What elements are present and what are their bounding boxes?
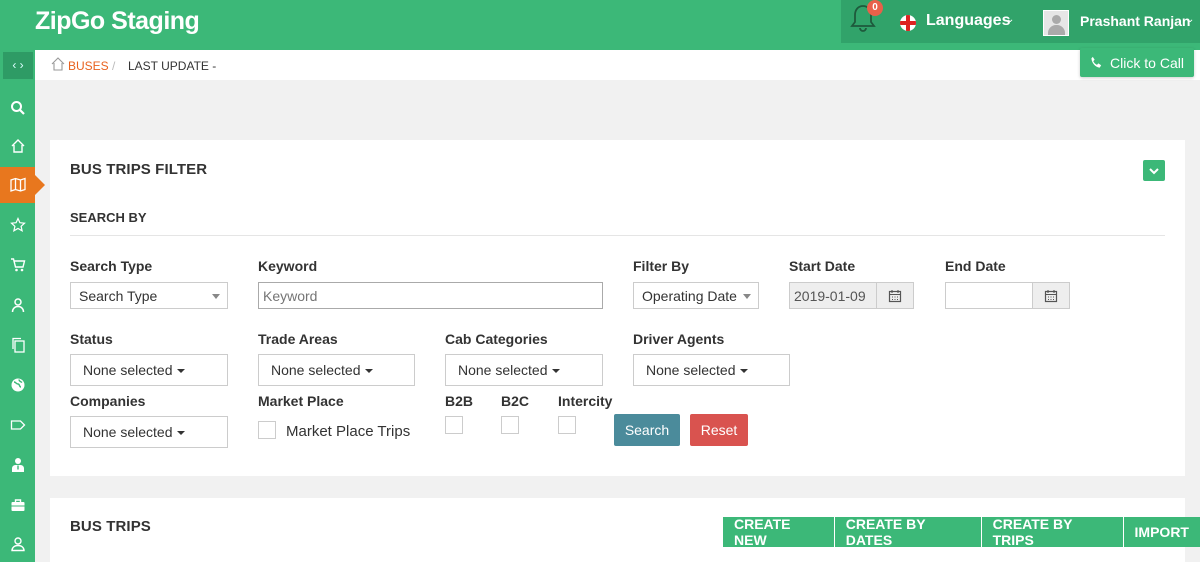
keyword-input[interactable] [258, 282, 603, 309]
keyword-label: Keyword [258, 258, 318, 274]
reset-button[interactable]: Reset [690, 414, 748, 446]
chevron-down-icon: ⌄ [1006, 14, 1015, 25]
create-new-button[interactable]: CREATE NEW [723, 516, 835, 548]
bus-trips-actions: CREATE NEW CREATE BY DATES CREATE BY TRI… [723, 516, 1200, 548]
app-title[interactable]: ZipGo Staging [35, 7, 200, 36]
trade-areas-label: Trade Areas [258, 331, 338, 347]
caret-down-icon [364, 369, 373, 374]
intercity-label: Intercity [558, 393, 613, 409]
caret-down-icon [176, 369, 185, 374]
start-date-input[interactable] [789, 282, 877, 309]
status-value: None selected [83, 362, 173, 378]
filter-by-select[interactable]: Operating Date [633, 282, 759, 309]
end-date-label: End Date [945, 258, 1006, 274]
divider [70, 235, 1165, 236]
create-by-trips-button[interactable]: CREATE BY TRIPS [981, 516, 1124, 548]
companies-value: None selected [83, 424, 173, 440]
click-to-call-button[interactable]: Click to Call [1080, 48, 1194, 77]
copy-icon[interactable] [0, 327, 35, 363]
b2c-label: B2C [501, 393, 530, 409]
start-date-calendar-button[interactable] [876, 282, 914, 309]
import-button[interactable]: IMPORT [1123, 517, 1200, 547]
breadcrumb-buses-link[interactable]: BUSES [68, 59, 109, 73]
status-label: Status [70, 331, 113, 347]
phone-icon [1091, 56, 1102, 68]
search-type-select[interactable]: Search Type [70, 282, 228, 309]
star-icon[interactable] [0, 207, 35, 243]
search-by-title: SEARCH BY [70, 210, 147, 225]
user-icon[interactable] [0, 287, 35, 323]
driver-agents-label: Driver Agents [633, 331, 725, 347]
bus-trips-title: BUS TRIPS [70, 518, 151, 535]
filter-by-label: Filter By [633, 258, 690, 274]
driver-icon[interactable] [0, 447, 35, 483]
companies-label: Companies [70, 393, 146, 409]
filter-by-value: Operating Date [642, 288, 737, 304]
b2b-label: B2B [445, 393, 474, 409]
end-date-calendar-button[interactable] [1032, 282, 1070, 309]
breadcrumb-last-update: LAST UPDATE - [128, 59, 217, 73]
caret-down-icon [743, 294, 751, 299]
market-place-label: Market Place [258, 393, 344, 409]
b2b-checkbox[interactable] [445, 416, 463, 434]
calendar-icon [1044, 289, 1058, 302]
search-type-value: Search Type [79, 288, 158, 304]
avatar[interactable] [1043, 10, 1069, 36]
cab-categories-label: Cab Categories [445, 331, 548, 347]
tag-icon[interactable] [0, 407, 35, 443]
caret-down-icon [212, 294, 220, 299]
home-icon[interactable] [51, 57, 65, 71]
calendar-icon [888, 289, 902, 302]
click-to-call-label: Click to Call [1110, 54, 1184, 71]
languages-dropdown[interactable]: Languages [926, 12, 1010, 30]
notification-badge: 0 [867, 0, 883, 16]
trade-areas-value: None selected [271, 362, 361, 378]
briefcase-icon[interactable] [0, 487, 35, 523]
sidebar-toggle-button[interactable]: ‹ › [3, 52, 33, 79]
chevron-down-icon [1149, 167, 1159, 174]
sidebar: ‹ › [0, 50, 45, 562]
filter-panel-title: BUS TRIPS FILTER [70, 161, 208, 178]
profile-icon[interactable] [0, 526, 35, 562]
collapse-button[interactable] [1143, 160, 1165, 181]
market-place-trips-label: Market Place Trips [286, 423, 411, 440]
driver-agents-value: None selected [646, 362, 736, 378]
search-icon[interactable] [0, 90, 35, 126]
driver-agents-multiselect[interactable]: None selected [633, 354, 790, 386]
intercity-checkbox[interactable] [558, 416, 576, 434]
search-button[interactable]: Search [614, 414, 680, 446]
breadcrumb-separator: / [112, 59, 116, 73]
trade-areas-multiselect[interactable]: None selected [258, 354, 415, 386]
search-type-label: Search Type [70, 258, 153, 274]
user-name[interactable]: Prashant Ranjan [1080, 13, 1190, 29]
cart-icon[interactable] [0, 247, 35, 283]
create-by-dates-button[interactable]: CREATE BY DATES [834, 516, 982, 548]
globe-icon[interactable] [0, 367, 35, 403]
chevron-down-icon: ⌄ [1186, 14, 1195, 25]
caret-down-icon [739, 369, 748, 374]
status-multiselect[interactable]: None selected [70, 354, 228, 386]
caret-down-icon [551, 369, 560, 374]
companies-multiselect[interactable]: None selected [70, 416, 228, 448]
market-place-trips-checkbox[interactable] [258, 421, 276, 439]
caret-down-icon [176, 431, 185, 436]
flag-icon [900, 15, 916, 31]
cab-categories-value: None selected [458, 362, 548, 378]
start-date-label: Start Date [789, 258, 856, 274]
end-date-input[interactable] [945, 282, 1033, 309]
home-icon[interactable] [0, 128, 35, 164]
b2c-checkbox[interactable] [501, 416, 519, 434]
map-icon[interactable] [0, 167, 45, 203]
cab-categories-multiselect[interactable]: None selected [445, 354, 603, 386]
